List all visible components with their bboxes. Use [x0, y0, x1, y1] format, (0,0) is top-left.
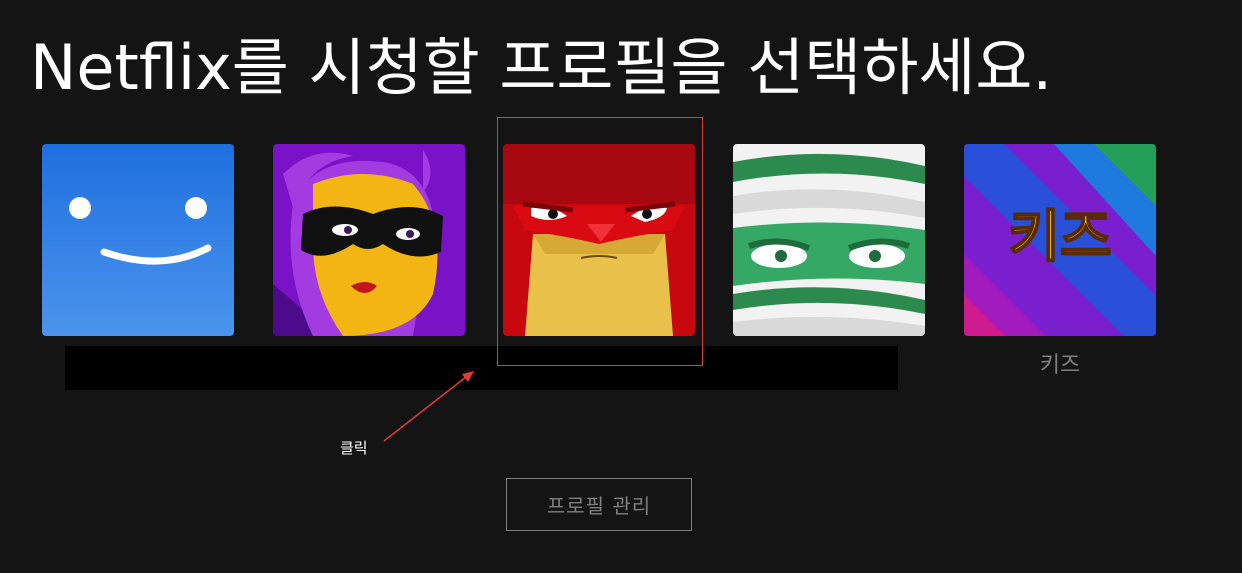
- profile-avatar-kids[interactable]: 키즈: [964, 144, 1156, 336]
- page-title: Netflix를 시청할 프로필을 선택하세요.: [30, 31, 1053, 104]
- manage-profiles-button[interactable]: 프로필 관리: [506, 478, 692, 531]
- green-bandaged-face-icon: [733, 144, 925, 336]
- profile-avatar-1[interactable]: [42, 144, 234, 336]
- profile-avatar-4[interactable]: [733, 144, 925, 336]
- annotation-click-note: 클릭: [340, 439, 368, 457]
- redacted-profile-names: [65, 346, 898, 390]
- profile-name-kids: 키즈: [1039, 353, 1081, 378]
- kids-avatar-text: 키즈: [1008, 205, 1111, 270]
- profile-avatar-2[interactable]: [273, 144, 465, 336]
- profile-avatar-3[interactable]: [503, 144, 695, 336]
- masked-woman-icon: [273, 144, 465, 336]
- angry-red-hero-icon: [503, 144, 695, 336]
- smiley-face-icon: [42, 144, 234, 336]
- kids-icon: 키즈: [964, 144, 1156, 336]
